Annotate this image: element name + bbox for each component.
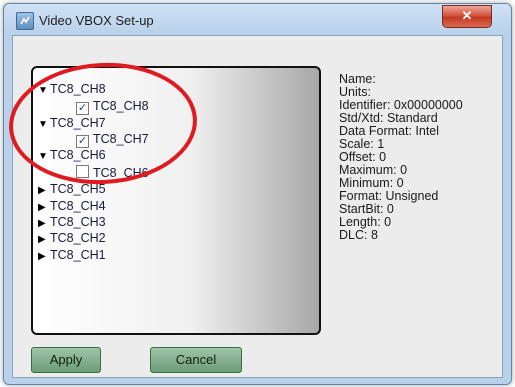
collapse-arrow-icon[interactable]: ▶ [38,234,50,245]
signal-details: Name: Units: Identifier: 0x00000000 Std/… [339,73,463,242]
tree-node-label: TC8_CH3 [50,215,106,229]
tree-node-tc8-ch4[interactable]: ▶ TC8_CH4 [38,199,106,215]
collapse-arrow-icon[interactable]: ▶ [38,218,50,229]
tree-node-tc8-ch1[interactable]: ▶ TC8_CH1 [38,248,106,264]
window-title: Video VBOX Set-up [39,13,154,28]
setup-window: Video VBOX Set-up ✕ ▼ TC8_CH8 ✓ TC8_CH8 ▼ T… [3,3,512,385]
close-button[interactable]: ✕ [442,5,492,28]
tree-node-tc8-ch3[interactable]: ▶ TC8_CH3 [38,215,106,231]
apply-button[interactable]: Apply [31,347,101,373]
tree-node-label: TC8_CH2 [50,231,106,245]
tree-node-label: TC8_CH1 [50,248,106,262]
cancel-button[interactable]: Cancel [150,347,242,373]
tree-node-tc8-ch2[interactable]: ▶ TC8_CH2 [38,231,106,247]
collapse-arrow-icon[interactable]: ▶ [38,185,50,196]
title-bar[interactable]: Video VBOX Set-up ✕ [4,4,511,38]
tree-node-tc8-ch5[interactable]: ▶ TC8_CH5 [38,182,106,198]
collapse-arrow-icon[interactable]: ▶ [38,202,50,213]
app-icon [16,12,34,30]
collapse-arrow-icon[interactable]: ▶ [38,251,50,262]
tree-node-label: TC8_CH4 [50,199,106,213]
detail-dlc: DLC: 8 [339,228,378,242]
